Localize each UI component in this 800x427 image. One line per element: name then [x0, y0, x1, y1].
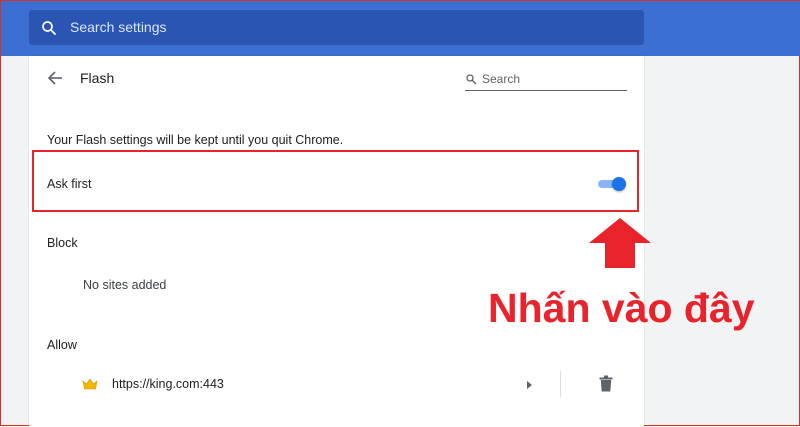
block-heading: Block: [47, 236, 78, 250]
crown-icon: [82, 378, 98, 390]
allow-site-row[interactable]: https://king.com:443: [29, 367, 644, 403]
trash-icon[interactable]: [599, 375, 613, 392]
row-divider: [560, 371, 561, 397]
page-title: Flash: [80, 70, 115, 86]
settings-search-box[interactable]: Search settings: [29, 10, 644, 45]
arrow-up-icon: [589, 218, 651, 268]
flash-info-text: Your Flash settings will be kept until y…: [47, 133, 344, 147]
flash-search-placeholder: Search: [482, 72, 521, 86]
site-url: https://king.com:443: [112, 377, 224, 391]
search-icon: [42, 21, 56, 35]
chevron-right-icon[interactable]: [525, 380, 533, 390]
ask-first-highlight-box: [32, 150, 639, 212]
flash-settings-card: Flash Search Your Flash settings will be…: [29, 56, 644, 427]
callout-text: Nhấn vào đây: [488, 285, 755, 331]
flash-search-input[interactable]: Search: [465, 72, 627, 91]
block-empty-text: No sites added: [83, 278, 167, 292]
allow-heading: Allow: [47, 338, 77, 352]
arrow-left-icon[interactable]: [47, 70, 63, 86]
settings-header: Search settings: [1, 1, 800, 56]
search-icon: [466, 74, 477, 85]
settings-search-placeholder: Search settings: [70, 19, 167, 35]
